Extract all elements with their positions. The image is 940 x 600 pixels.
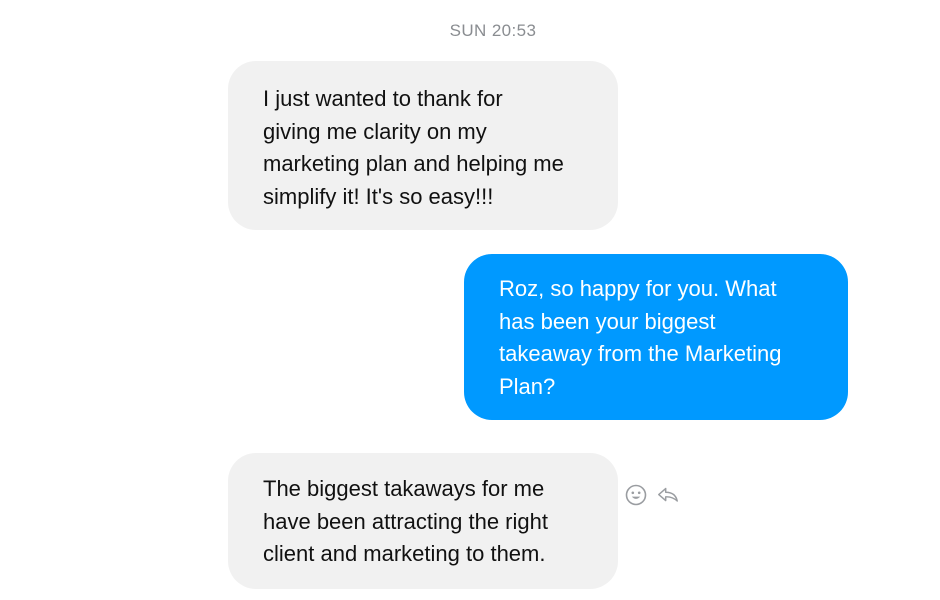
incoming-message-bubble[interactable]: I just wanted to thank for giving me cla… — [228, 61, 618, 230]
incoming-message-bubble[interactable]: The biggest takaways for me have been at… — [228, 453, 618, 589]
message-timestamp: SUN 20:53 — [449, 21, 537, 40]
outgoing-message-bubble[interactable]: Roz, so happy for you. What has been you… — [464, 254, 848, 420]
smiley-react-icon[interactable] — [624, 483, 648, 507]
message-actions — [624, 483, 680, 507]
reply-icon[interactable] — [656, 483, 680, 507]
